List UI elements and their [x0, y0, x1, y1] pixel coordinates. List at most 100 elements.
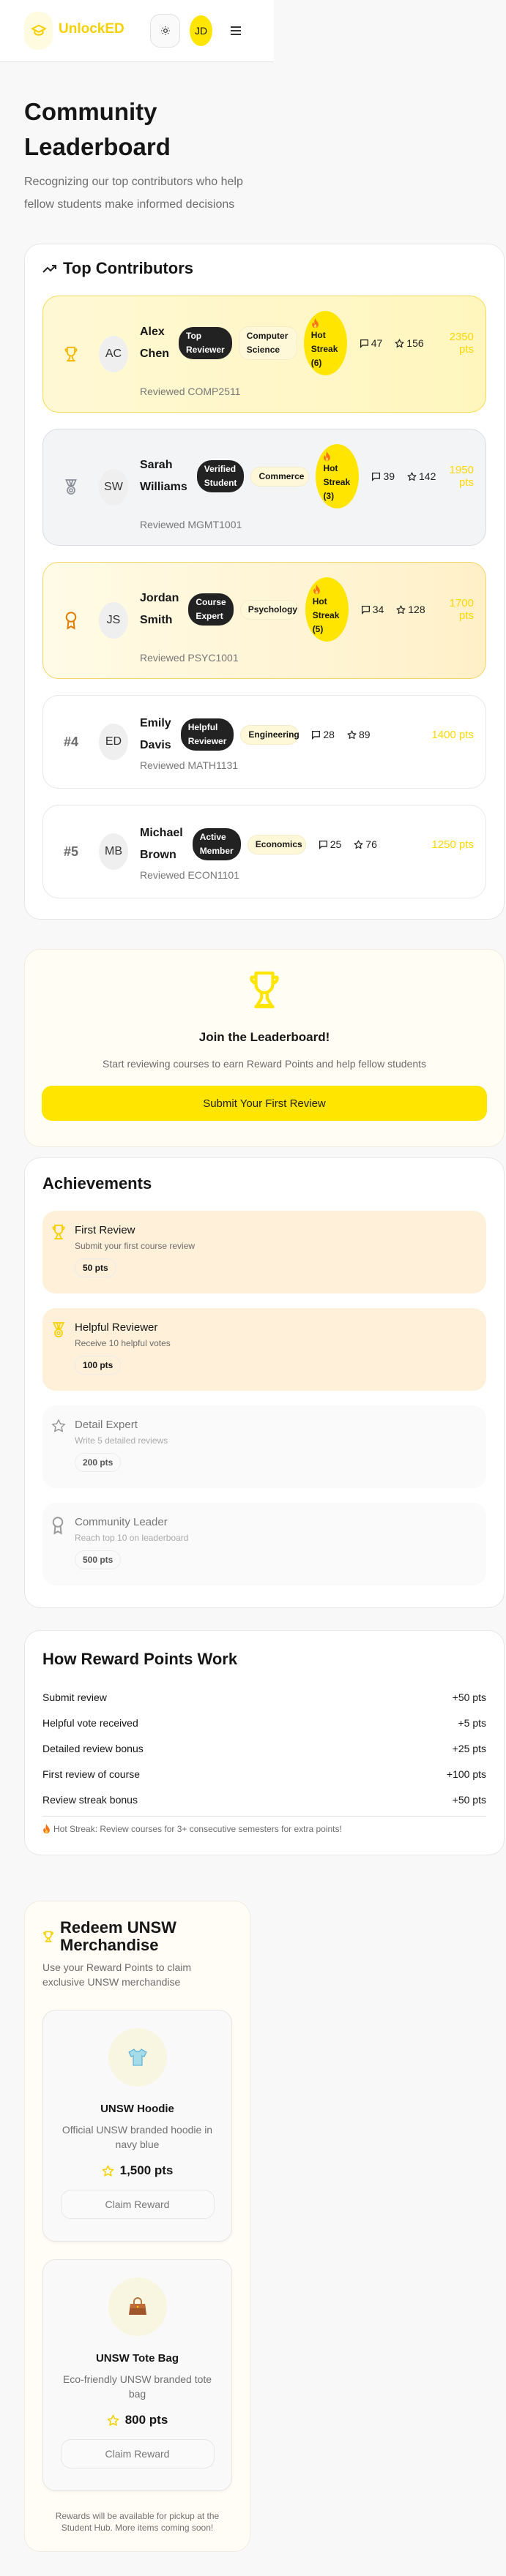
star-count: 89 [347, 729, 371, 740]
fire-icon [311, 318, 347, 328]
merch-price: 1,500 pts [43, 2163, 231, 2178]
points-value: 1400 pts [431, 728, 474, 741]
merch-description: Eco-friendly UNSW branded tote bag [62, 2373, 212, 2400]
achievement-item: Detail Expert Write 5 detailed reviews 2… [42, 1405, 486, 1488]
last-reviewed: Reviewed PSYC1001 [140, 652, 239, 664]
rule-value: +50 pts [452, 1794, 486, 1806]
award-icon [51, 1516, 75, 1585]
contributor-name[interactable]: Michael Brown [140, 822, 183, 866]
top-contributors-card: Top Contributors AC Alex Chen Top Review… [24, 244, 505, 920]
star-count-value: 142 [419, 470, 436, 482]
merch-name: UNSW Hoodie [100, 2103, 174, 2115]
brand-name[interactable]: UnlockED [59, 21, 124, 37]
submit-first-review-button[interactable]: Submit Your First Review [42, 1086, 487, 1121]
trending-up-icon [42, 263, 57, 274]
last-reviewed: Reviewed COMP2511 [140, 386, 241, 397]
review-count: 25 [319, 838, 341, 850]
role-badge: Course Expert [188, 593, 234, 626]
contributor-name[interactable]: Alex Chen [140, 321, 169, 365]
points-value: 2350 pts [449, 331, 474, 356]
hot-streak-badge: Hot Streak (5) [305, 577, 349, 642]
rule-value: +5 pts [458, 1717, 486, 1729]
avatar: JS [99, 602, 128, 639]
star-icon [395, 338, 404, 348]
menu-icon[interactable] [231, 22, 242, 40]
fire-icon [323, 451, 359, 462]
trophy-icon [51, 1224, 75, 1293]
review-count-value: 34 [372, 604, 384, 615]
rule-value: +25 pts [452, 1743, 486, 1754]
points-rule: First review of course +100 pts [42, 1762, 486, 1787]
avatar: MB [99, 833, 128, 870]
points-rules-list: Submit review +50 pts Helpful vote receive… [42, 1685, 486, 1817]
section-title: Top Contributors [63, 259, 193, 277]
points-value: 1950 pts [449, 464, 474, 489]
achievements-card: Achievements First Review Submit your fi… [24, 1157, 505, 1608]
star-count: 76 [354, 838, 377, 850]
review-count: 34 [361, 604, 384, 615]
logo-graduation-cap-icon[interactable] [24, 12, 53, 50]
trophy-icon [42, 1931, 54, 1942]
join-leaderboard-card: Join the Leaderboard! Start reviewing co… [24, 949, 505, 1147]
star-icon [347, 729, 357, 740]
handbag-icon [108, 2278, 167, 2336]
merch-item: UNSW Hoodie Official UNSW branded hoodie… [42, 2010, 232, 2242]
leaderboard-row[interactable]: SW Sarah Williams Verified Student Comme… [42, 429, 486, 546]
reward-points-card: How Reward Points Work Submit review +50 … [24, 1630, 505, 1855]
last-reviewed: Reviewed MATH1131 [140, 759, 239, 771]
hot-streak-label: Hot Streak (3) [323, 463, 351, 501]
rank-number: #5 [63, 844, 79, 859]
achievement-title: First Review [75, 1224, 135, 1236]
rule-label: Detailed review bonus [42, 1743, 144, 1754]
rule-value: +50 pts [452, 1691, 486, 1703]
leaderboard-row[interactable]: JS Jordan Smith Course Expert Psychology… [42, 562, 486, 679]
hot-streak-label: Hot Streak (5) [312, 596, 340, 634]
redeem-description: Use your Reward Points to claim exclusiv… [42, 1961, 192, 1988]
points-rule: Submit review +50 pts [42, 1685, 486, 1711]
claim-reward-button[interactable]: Claim Reward [60, 2190, 215, 2219]
rank-medal-icon [43, 478, 99, 496]
category-badge: Computer Science [238, 326, 297, 360]
points-value: 1250 pts [431, 838, 474, 851]
star-count: 128 [396, 604, 425, 615]
review-count: 39 [371, 470, 395, 482]
star-count-value: 128 [408, 604, 425, 615]
points-rule: Detailed review bonus +25 pts [42, 1736, 486, 1762]
hot-streak-label: Hot Streak (6) [310, 330, 338, 368]
avatar: AC [99, 336, 128, 372]
rank-trophy-icon [43, 346, 99, 362]
leaderboard-row[interactable]: AC Alex Chen Top Reviewer Computer Scien… [42, 296, 486, 413]
sun-icon [160, 26, 171, 36]
achievement-points: 500 pts [75, 1550, 122, 1569]
contributor-name[interactable]: Jordan Smith [140, 587, 179, 631]
achievements-list: First Review Submit your first course re… [42, 1211, 486, 1585]
contributor-name[interactable]: Sarah Williams [140, 454, 187, 498]
achievement-description: Write 5 detailed reviews [75, 1435, 168, 1446]
page-title: Community Leaderboard [24, 98, 171, 160]
star-count: 156 [395, 337, 424, 349]
user-avatar[interactable]: JD [190, 15, 212, 46]
section-title: How Reward Points Work [42, 1650, 238, 1668]
review-count-value: 47 [371, 337, 383, 349]
achievement-title: Detail Expert [75, 1419, 138, 1431]
star-icon [102, 2165, 114, 2177]
category-badge: Economics [247, 834, 306, 855]
merch-points: 1,500 pts [119, 2163, 174, 2177]
star-count: 142 [407, 470, 436, 482]
merch-list: UNSW Hoodie Official UNSW branded hoodie… [42, 2010, 232, 2491]
chat-icon [311, 730, 321, 740]
star-icon [407, 471, 417, 481]
leaderboard-row[interactable]: #4 ED Emily Davis Helpful Reviewer Engin… [42, 695, 486, 789]
redeem-merchandise-card: Redeem UNSW Merchandise Use your Reward … [24, 1901, 250, 2552]
fire-icon [42, 1824, 51, 1834]
note-text: Hot Streak: Review courses for 3+ consec… [53, 1824, 342, 1834]
leaderboard-row[interactable]: #5 MB Michael Brown Active Member Econom… [42, 805, 486, 898]
chat-icon [319, 840, 328, 849]
star-icon [396, 604, 406, 615]
theme-toggle-button[interactable] [150, 14, 180, 48]
review-count-value: 39 [383, 470, 395, 482]
rank-award-icon [43, 611, 99, 630]
claim-reward-button[interactable]: Claim Reward [60, 2439, 215, 2468]
contributor-name[interactable]: Emily Davis [140, 713, 171, 756]
achievement-description: Receive 10 helpful votes [75, 1338, 171, 1348]
